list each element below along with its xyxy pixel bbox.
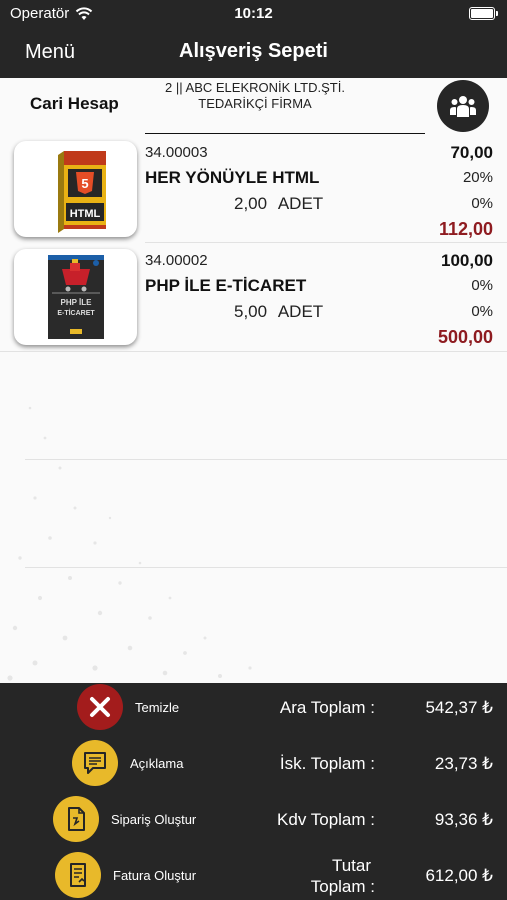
- product-quantity[interactable]: 2,00 ADET: [234, 194, 323, 214]
- status-bar: Operatör 10:12: [0, 0, 507, 28]
- vat-total-value: 93,36 ₺: [434, 810, 493, 829]
- select-account-button[interactable]: [437, 80, 489, 132]
- battery-icon: [469, 7, 498, 20]
- line-total: 112,00: [438, 219, 493, 239]
- discount-2: 0%: [471, 303, 493, 320]
- empty-row-separator: [25, 567, 507, 568]
- account-name: 2 || ABC ELEKRONİK LTD.ŞTİ. TEDARİKÇİ Fİ…: [165, 80, 345, 112]
- svg-text:5: 5: [81, 176, 88, 191]
- grand-total-label: Tutar Toplam :: [311, 855, 375, 897]
- product-quantity[interactable]: 5,00 ADET: [234, 302, 323, 322]
- order-document-icon: [53, 796, 99, 842]
- discount-1: 0%: [471, 277, 493, 294]
- discount-total-label: İsk. Toplam :: [279, 754, 375, 773]
- discount-1: 20%: [462, 169, 493, 186]
- grand-total-label-line2: Toplam :: [310, 877, 375, 896]
- product-code: 34.00003: [145, 144, 208, 161]
- cart-footer: Temizle Açıklama Sipariş Oluştur Fatura …: [0, 683, 507, 900]
- product-image: 5 HTML: [14, 141, 137, 237]
- clear-button[interactable]: Temizle: [77, 684, 179, 730]
- subtotal-value: 542,37 ₺: [425, 698, 493, 717]
- clear-label: Temizle: [135, 699, 180, 715]
- item-separator: [0, 351, 507, 352]
- account-divider: [145, 133, 425, 134]
- vat-total-label: Kdv Toplam :: [277, 810, 375, 829]
- account-name-line1: 2 || ABC ELEKRONİK LTD.ŞTİ.: [165, 80, 345, 95]
- cart-item[interactable]: 5 HTML 34.00003 HER YÖNÜYLE HTML 2,00 AD…: [0, 137, 507, 245]
- unit-price: 100,00: [441, 251, 493, 270]
- unit-price: 70,00: [450, 143, 493, 162]
- quantity-unit: ADET: [277, 194, 324, 213]
- product-image: PHP İLE E-TİCARET: [14, 249, 137, 345]
- quantity-value: 2,00: [234, 194, 268, 213]
- navigation-bar: Menü Alışveriş Sepeti: [0, 28, 507, 78]
- invoice-icon: [55, 852, 101, 898]
- php-book-cover: PHP İLE E-TİCARET: [48, 255, 104, 339]
- create-order-label: Sipariş Oluştur: [111, 811, 197, 827]
- create-invoice-button[interactable]: Fatura Oluştur: [55, 852, 196, 898]
- product-name: HER YÖNÜYLE HTML: [145, 168, 320, 187]
- grand-total-value: 612,00 ₺: [425, 866, 493, 885]
- line-total: 500,00: [437, 327, 493, 347]
- cart-item[interactable]: PHP İLE E-TİCARET 34.00002 PHP İLE E-TİC…: [0, 245, 507, 353]
- account-label: Cari Hesap: [30, 94, 119, 113]
- grand-total-label-line1: Tutar: [331, 856, 371, 875]
- create-order-button[interactable]: Sipariş Oluştur: [53, 796, 196, 842]
- close-icon: [77, 684, 123, 730]
- users-group-icon: [450, 96, 476, 117]
- item-separator: [145, 242, 507, 243]
- note-label: Açıklama: [130, 755, 184, 771]
- clock: 10:12: [234, 5, 273, 22]
- svg-text:PHP İLE: PHP İLE: [61, 298, 93, 307]
- product-code: 34.00002: [145, 252, 208, 269]
- discount-total-value: 23,73 ₺: [434, 754, 493, 773]
- quantity-unit: ADET: [277, 302, 324, 321]
- quantity-value: 5,00: [234, 302, 268, 321]
- html-book-cover: 5 HTML: [58, 151, 106, 233]
- create-invoice-label: Fatura Oluştur: [113, 867, 197, 883]
- page-title: Alışveriş Sepeti: [179, 40, 328, 62]
- product-name: PHP İLE E-TİCARET: [145, 276, 307, 295]
- account-name-line2: TEDARİKÇİ FİRMA: [198, 96, 312, 111]
- empty-row-separator: [25, 459, 507, 460]
- cart-content[interactable]: Cari Hesap 2 || ABC ELEKRONİK LTD.ŞTİ. T…: [0, 78, 507, 683]
- note-button[interactable]: Açıklama: [72, 740, 183, 786]
- customer-account-row: Cari Hesap 2 || ABC ELEKRONİK LTD.ŞTİ. T…: [0, 78, 507, 134]
- discount-2: 0%: [471, 195, 493, 212]
- svg-text:HTML: HTML: [70, 208, 101, 220]
- svg-text:E-TİCARET: E-TİCARET: [57, 309, 95, 317]
- subtotal-label: Ara Toplam :: [279, 698, 375, 717]
- comment-icon: [72, 740, 118, 786]
